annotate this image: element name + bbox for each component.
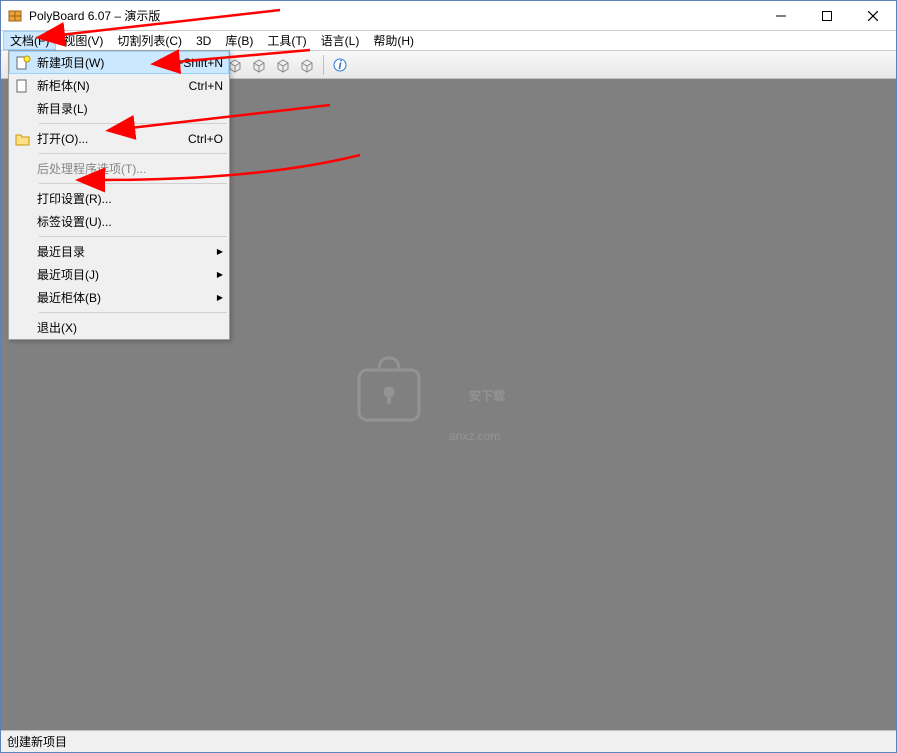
open-icon [13,131,33,147]
menu-item-4[interactable]: 库(B) [218,31,260,50]
tb-info-button[interactable]: i [329,54,351,76]
menu-separator [39,183,227,184]
window-title: PolyBoard 6.07 – 演示版 [29,7,160,24]
menu-entry-label: 打开(O)... [37,130,178,147]
menu-separator [39,123,227,124]
menu-entry-label: 新建项目(W) [37,54,148,71]
menu-entry-4[interactable]: 打开(O)... Ctrl+O [9,127,229,150]
new-cab-icon [13,78,33,94]
submenu-arrow-icon: ▶ [215,270,223,279]
blank-icon [13,214,33,230]
menu-entry-8[interactable]: 打印设置(R)... [9,187,229,210]
menu-item-6[interactable]: 语言(L) [314,31,367,50]
status-text: 创建新项目 [7,733,67,750]
file-menu-dropdown: 新建项目(W) Ctrl+Shift+N 新柜体(N) Ctrl+N 新目录(L) 打开(… [8,50,230,340]
menu-separator [39,236,227,237]
menu-entry-label: 打印设置(R)... [37,190,223,207]
menu-entry-15[interactable]: 退出(X) [9,316,229,339]
status-bar: 创建新项目 [1,730,896,752]
blank-icon [13,101,33,117]
tb-box3-button[interactable] [272,54,294,76]
app-icon [7,8,23,24]
blank-icon [13,161,33,177]
svg-text:anxz.com: anxz.com [449,429,500,443]
toolbar-separator [323,55,324,75]
maximize-button[interactable] [804,1,850,30]
tb-box4-button[interactable] [296,54,318,76]
menu-entry-shortcut: Ctrl+Shift+N [158,56,223,70]
submenu-arrow-icon: ▶ [215,293,223,302]
menu-bar: 文档(F)视图(V)切割列表(C)3D库(B)工具(T)语言(L)帮助(H) [1,31,896,51]
menu-entry-shortcut: Ctrl+N [189,79,223,93]
blank-icon [13,267,33,283]
menu-item-1[interactable]: 视图(V) [56,31,110,50]
menu-entry-label: 标签设置(U)... [37,213,223,230]
title-bar: PolyBoard 6.07 – 演示版 [1,1,896,31]
menu-entry-12[interactable]: 最近项目(J)▶ [9,263,229,286]
blank-icon [13,244,33,260]
menu-entry-label: 最近柜体(B) [37,289,215,306]
blank-icon [13,320,33,336]
menu-entry-13[interactable]: 最近柜体(B)▶ [9,286,229,309]
svg-text:安下载: 安下载 [469,388,505,403]
menu-item-5[interactable]: 工具(T) [260,31,313,50]
menu-entry-label: 最近目录 [37,243,215,260]
menu-entry-2[interactable]: 新目录(L) [9,97,229,120]
menu-entry-label: 新目录(L) [37,100,223,117]
close-button[interactable] [850,1,896,30]
menu-item-2[interactable]: 切割列表(C) [110,31,189,50]
menu-entry-label: 新柜体(N) [37,77,179,94]
menu-entry-6: 后处理程序选项(T)... [9,157,229,180]
menu-item-3[interactable]: 3D [189,31,218,50]
watermark: 安下载 anxz.com [349,350,549,460]
blank-icon [13,191,33,207]
menu-item-0[interactable]: 文档(F) [3,31,56,50]
menu-separator [39,312,227,313]
menu-entry-0[interactable]: 新建项目(W) Ctrl+Shift+N [9,51,229,74]
minimize-button[interactable] [758,1,804,30]
menu-entry-9[interactable]: 标签设置(U)... [9,210,229,233]
menu-separator [39,153,227,154]
submenu-arrow-icon: ▶ [215,247,223,256]
menu-entry-label: 退出(X) [37,319,223,336]
blank-icon [13,290,33,306]
menu-entry-shortcut: Ctrl+O [188,132,223,146]
menu-entry-11[interactable]: 最近目录▶ [9,240,229,263]
menu-entry-1[interactable]: 新柜体(N) Ctrl+N [9,74,229,97]
menu-entry-label: 最近项目(J) [37,266,215,283]
new-doc-icon [13,55,33,71]
menu-entry-label: 后处理程序选项(T)... [37,160,223,177]
tb-box2-button[interactable] [248,54,270,76]
menu-item-7[interactable]: 帮助(H) [366,31,421,50]
